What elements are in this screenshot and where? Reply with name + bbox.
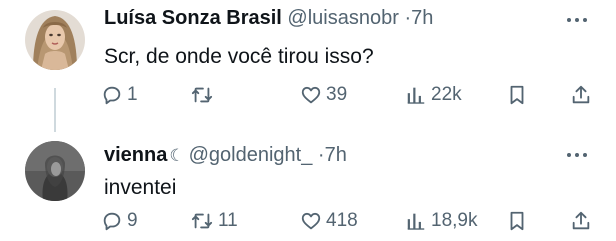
bookmark-icon: [510, 211, 524, 231]
tweet-header: vienna ☾ @goldenight_ ·7h: [104, 142, 347, 169]
avatar-image: [25, 141, 85, 201]
reply-icon: [103, 86, 121, 105]
share-icon: [572, 85, 590, 104]
display-name[interactable]: vienna: [104, 144, 167, 166]
separator-dot: ·: [317, 144, 325, 166]
heart-icon: [301, 212, 321, 230]
views-count: 22k: [431, 84, 462, 105]
tweet[interactable]: vienna ☾ @goldenight_ ·7h inventei 9 11 41…: [0, 125, 616, 241]
reply-icon: [103, 212, 121, 231]
handle[interactable]: @goldenight_: [189, 144, 313, 166]
moon-emoji: ☾: [169, 146, 185, 165]
bookmark-button[interactable]: [507, 208, 527, 234]
avatar[interactable]: [25, 141, 85, 201]
like-button[interactable]: 418: [300, 208, 358, 234]
avatar[interactable]: [25, 10, 85, 70]
like-count: 418: [326, 210, 358, 231]
retweet-icon: [191, 213, 213, 229]
views-button[interactable]: 22k: [405, 82, 462, 108]
reply-button[interactable]: 9: [101, 208, 138, 234]
handle[interactable]: @luisasnobr: [287, 7, 398, 29]
share-button[interactable]: [570, 208, 592, 234]
heart-icon: [301, 86, 321, 104]
views-count: 18,9k: [431, 210, 478, 231]
share-icon: [572, 211, 590, 230]
timestamp[interactable]: 7h: [411, 7, 433, 29]
tweet-text: inventei: [104, 176, 177, 199]
retweet-count: 11: [218, 210, 238, 231]
tweet-header: Luísa Sonza Brasil @luisasnobr ·7h: [104, 5, 433, 31]
share-button[interactable]: [570, 82, 592, 108]
bookmark-icon: [510, 85, 524, 105]
views-chart-icon: [407, 213, 425, 230]
views-button[interactable]: 18,9k: [405, 208, 477, 234]
tweet-text: Scr, de onde você tirou isso?: [104, 45, 374, 68]
reply-count: 9: [127, 210, 138, 231]
avatar-image: [25, 10, 85, 70]
reply-count: 1: [127, 84, 138, 105]
retweet-icon: [191, 87, 213, 103]
like-button[interactable]: 39: [300, 82, 347, 108]
reply-button[interactable]: 1: [101, 82, 138, 108]
bookmark-button[interactable]: [507, 82, 527, 108]
like-count: 39: [326, 84, 348, 105]
timestamp[interactable]: 7h: [325, 144, 347, 166]
more-dots-icon[interactable]: [563, 10, 591, 30]
retweet-button[interactable]: 11: [190, 208, 238, 234]
display-name[interactable]: Luísa Sonza Brasil: [104, 7, 282, 29]
retweet-button[interactable]: [190, 82, 218, 108]
views-chart-icon: [407, 87, 425, 104]
tweet[interactable]: Luísa Sonza Brasil @luisasnobr ·7h Scr, …: [0, 0, 616, 120]
more-dots-icon[interactable]: [563, 145, 591, 165]
